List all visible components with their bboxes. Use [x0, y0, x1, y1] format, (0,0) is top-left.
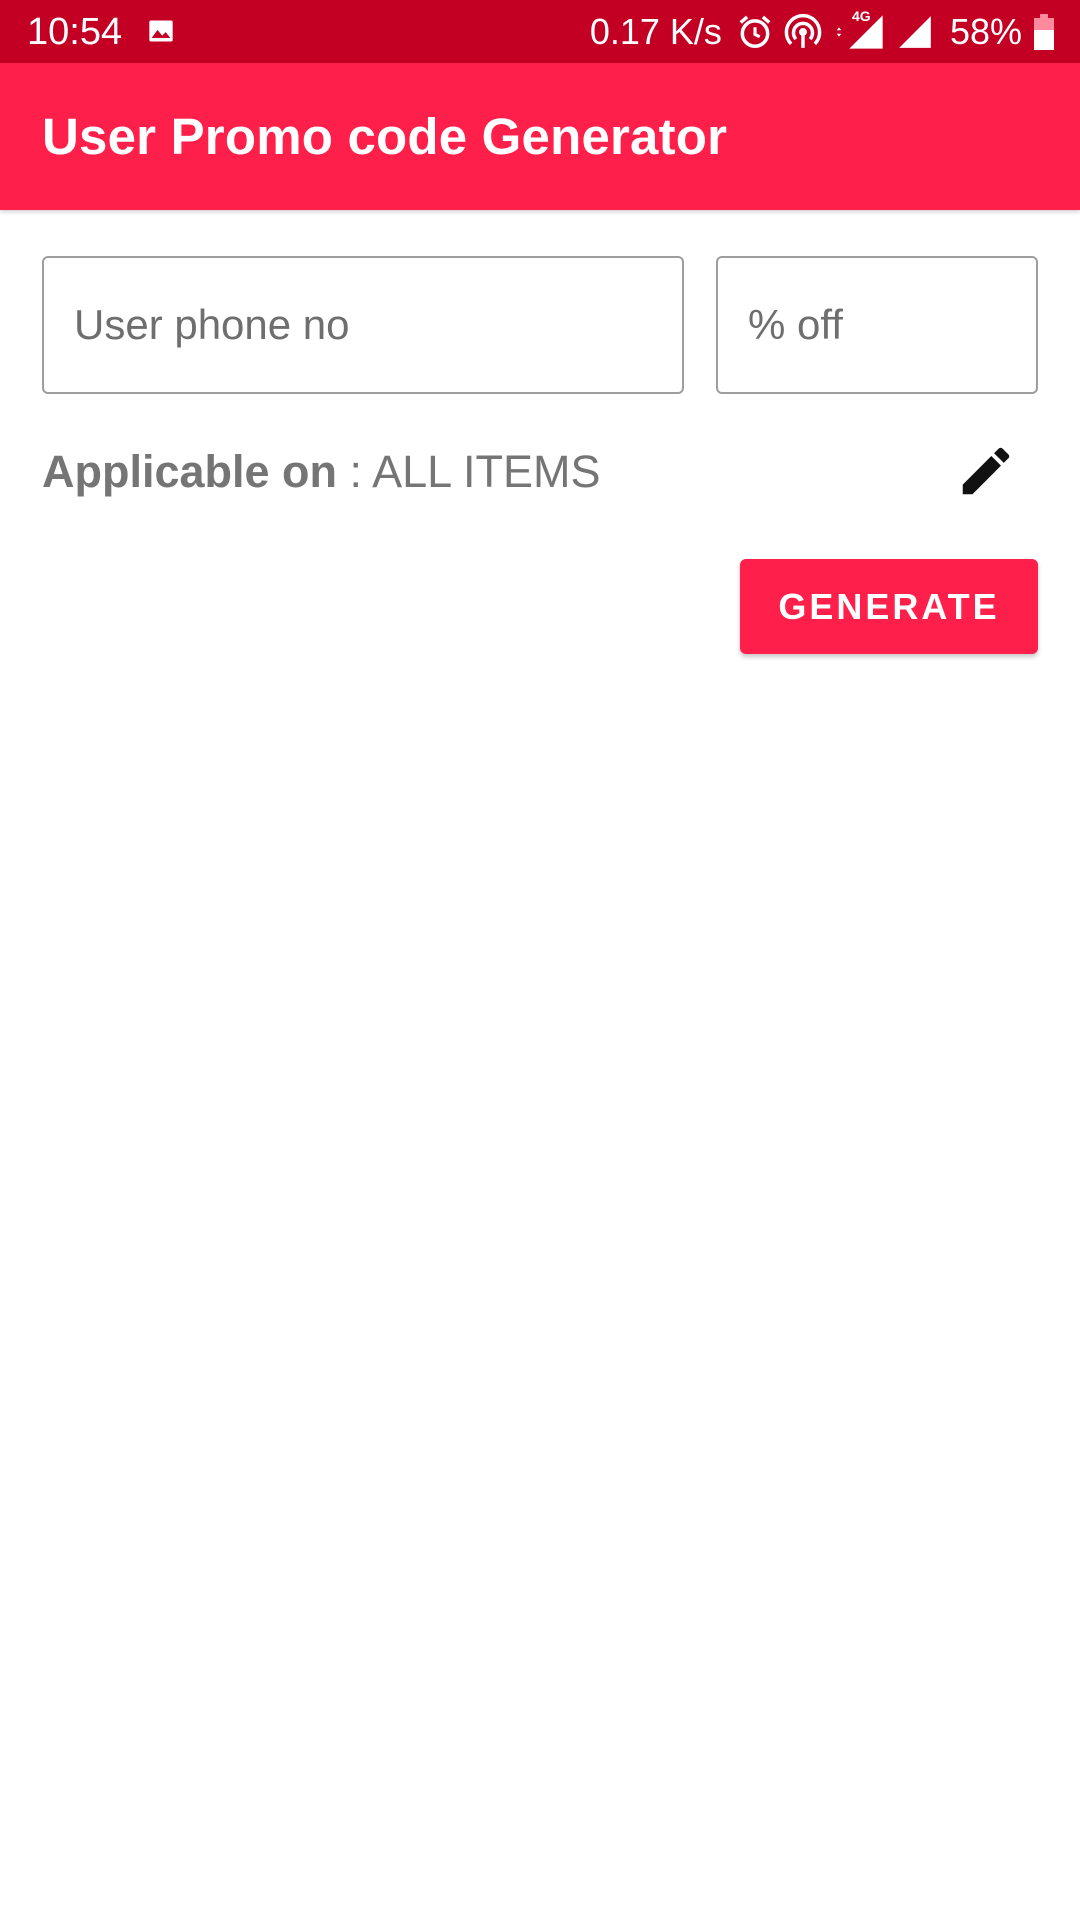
discount-field[interactable]	[716, 256, 1038, 394]
pencil-icon[interactable]	[955, 440, 1017, 502]
phone-field[interactable]	[42, 256, 684, 394]
status-time: 10:54	[27, 11, 123, 53]
applicable-label: Applicable on	[42, 446, 338, 497]
signal-4g-icon: 4G	[846, 8, 886, 52]
battery-percent: 58%	[949, 10, 1022, 52]
hotspot-icon	[784, 13, 822, 48]
alarm-icon	[739, 15, 771, 48]
discount-input[interactable]	[718, 258, 1036, 392]
generate-button[interactable]: GENERATE	[740, 559, 1038, 654]
net-speed: 0.17 K/s	[589, 10, 722, 52]
phone-input[interactable]	[44, 258, 682, 392]
app-title: User Promo code Generator	[42, 108, 728, 165]
signal-icon	[899, 15, 931, 48]
data-arrows-icon	[836, 26, 842, 37]
gallery-icon	[149, 20, 173, 42]
applicable-row: Applicable on : ALL ITEMS	[42, 443, 600, 501]
applicable-value: : ALL ITEMS	[349, 446, 601, 497]
network-type-label: 4G	[851, 7, 871, 24]
status-right: 0.17 K/s 4G 58%	[590, 0, 1054, 63]
status-bar: 10:54 0.17 K/s 4G 58%	[0, 0, 1080, 63]
app-bar: User Promo code Generator	[0, 63, 1080, 210]
battery-icon	[1034, 13, 1054, 50]
